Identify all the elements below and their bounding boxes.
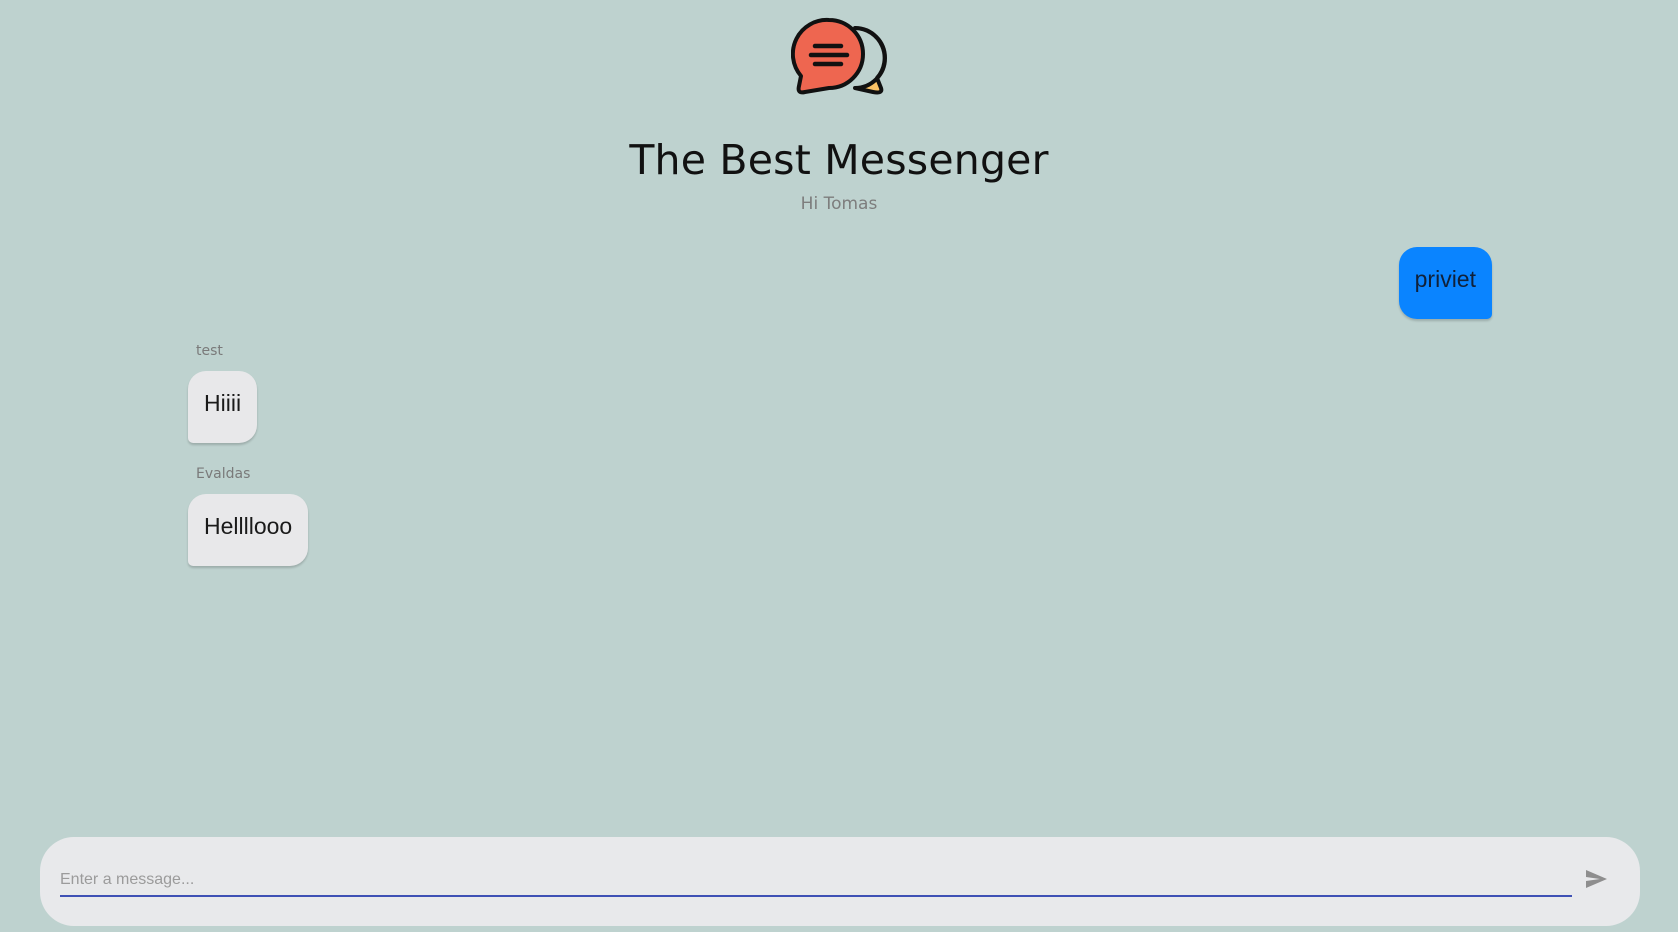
page-title: The Best Messenger xyxy=(629,136,1049,184)
message-composer xyxy=(40,837,1640,926)
message-sender-name: Evaldas xyxy=(196,466,251,482)
incoming-message-bubble: Hellllooo xyxy=(188,494,309,566)
incoming-message-group: test Hiiii xyxy=(188,341,258,443)
incoming-message-group: Evaldas Hellllooo xyxy=(188,464,309,566)
send-icon xyxy=(1586,870,1607,888)
greeting-text: Hi Tomas xyxy=(800,194,878,214)
outgoing-message-bubble: priviet xyxy=(1398,247,1492,319)
incoming-message-bubble: Hiiii xyxy=(188,371,258,443)
chat-bubbles-icon xyxy=(790,16,887,98)
message-sender-name: test xyxy=(196,343,223,359)
send-button[interactable] xyxy=(1576,859,1616,899)
message-input[interactable] xyxy=(60,865,1572,897)
